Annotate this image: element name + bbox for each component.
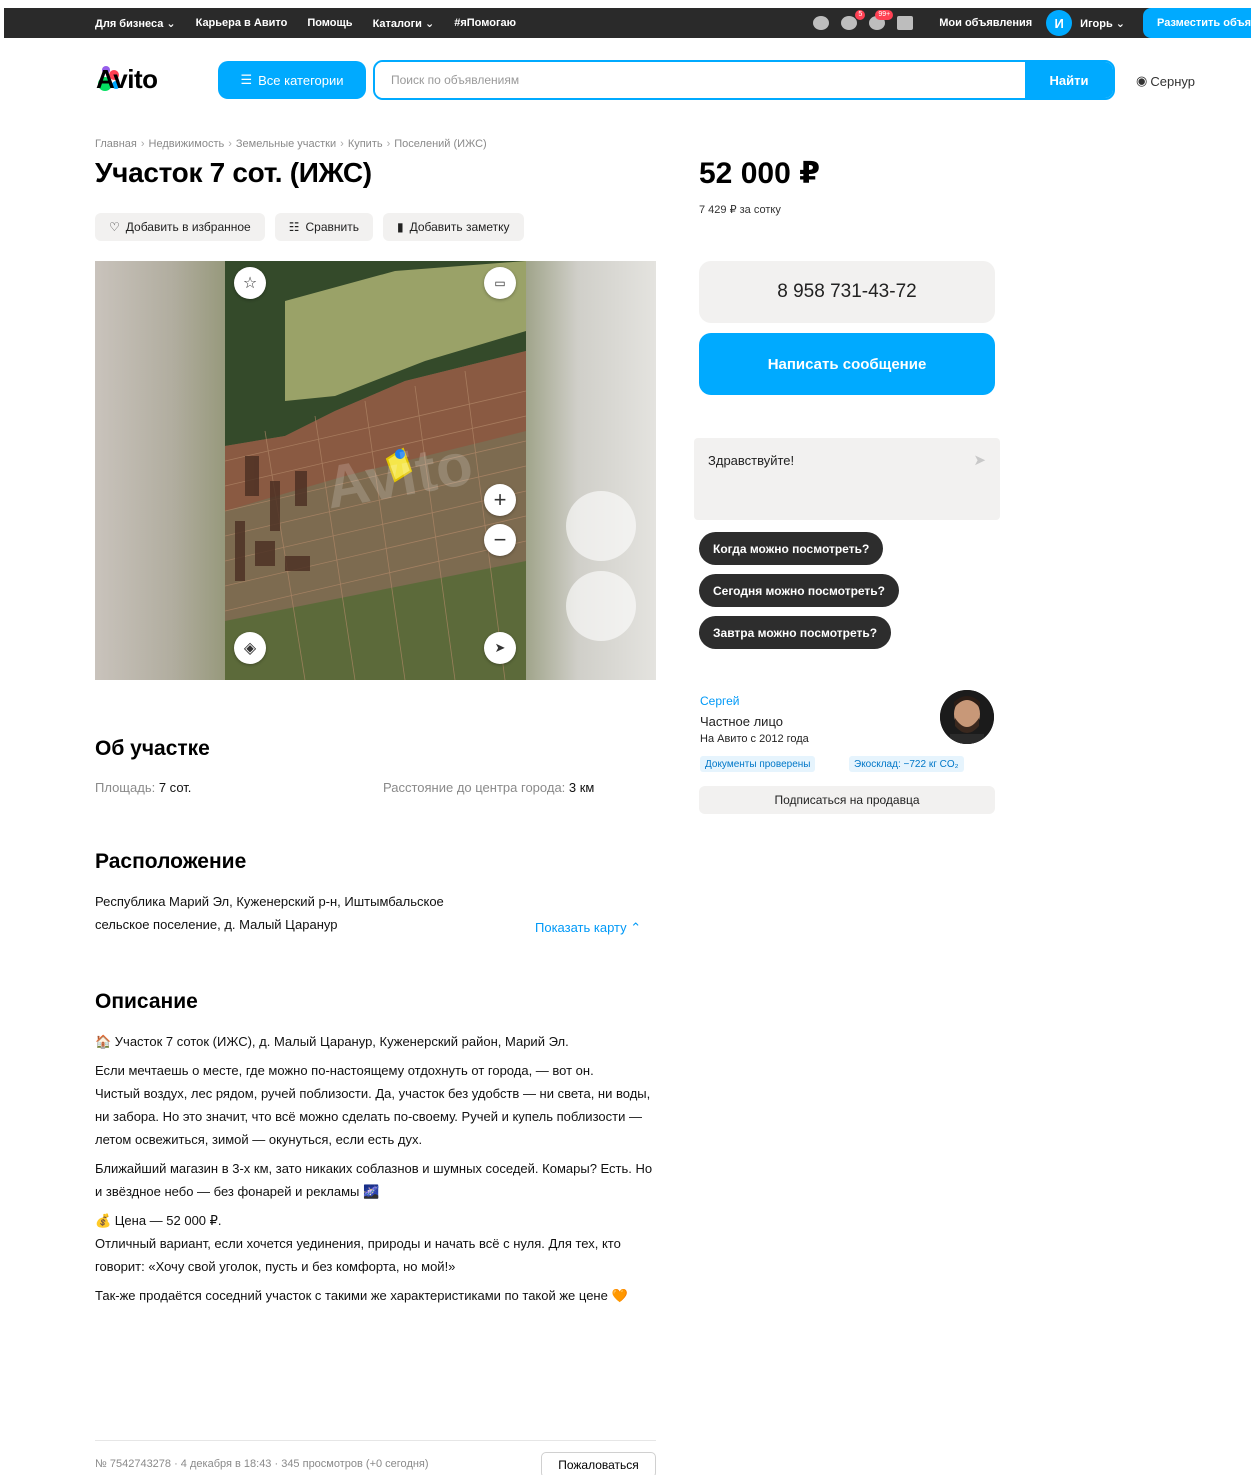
area-row: Площадь: 7 сот. (95, 776, 191, 799)
seller-photo (940, 690, 994, 744)
avito-logo[interactable]: Avito (96, 66, 158, 92)
description-text: 🏠 Участок 7 соток (ИЖС), д. Малый Царану… (95, 1030, 660, 1313)
listing-map[interactable]: Avito ☆ ▭ + − ◈ ➤ (95, 261, 656, 680)
complain-button[interactable]: Пожаловаться (541, 1452, 656, 1475)
quick-message-box[interactable]: Здравствуйте! ➤ (694, 438, 1000, 520)
user-avatar[interactable]: И (1046, 10, 1073, 36)
description-paragraph: Ближайший магазин в 3-х км, зато никаких… (95, 1161, 653, 1199)
documents-verified-badge: Документы проверены (700, 756, 816, 772)
quick-question-button[interactable]: Сегодня можно посмотреть? (699, 574, 900, 607)
map-blurred-edge-right (526, 261, 656, 680)
search-bar: Найти (373, 60, 1115, 100)
zoom-out-icon[interactable]: − (484, 524, 516, 556)
all-categories-label: Все категории (258, 72, 344, 88)
location-heading: Расположение (95, 850, 247, 873)
user-menu[interactable]: Игорь ⌄ (1080, 17, 1125, 30)
location-name: Сернур (1150, 73, 1195, 89)
compare-icon: ☷ (288, 220, 300, 234)
description-paragraph: Отличный вариант, если хочется уединения… (95, 1236, 621, 1274)
compare-button[interactable]: ☷ Сравнить (274, 213, 373, 241)
breadcrumb-item[interactable]: Главная (95, 138, 137, 150)
search-button[interactable]: Найти (1025, 62, 1113, 98)
distance-label: Расстояние до центра города: (383, 780, 566, 795)
description-paragraph: Если мечтаешь о месте, где можно по-наст… (95, 1063, 594, 1078)
description-paragraph: Так-же продаётся соседний участок с таки… (95, 1288, 628, 1303)
distance-value: 3 км (568, 780, 595, 795)
area-value: 7 сот. (158, 780, 192, 795)
breadcrumb: Главная › Недвижимость › Земельные участки… (95, 138, 487, 150)
heart-icon[interactable] (813, 16, 830, 30)
write-message-button[interactable]: Написать сообщение (699, 333, 995, 395)
address-line: сельское поселение, д. Малый Царанур (95, 917, 338, 932)
link-ya-pomogayu[interactable]: #яПомогаю (454, 17, 516, 29)
layers-icon[interactable]: ◈ (234, 632, 266, 664)
breadcrumb-item[interactable]: Земельные участки (236, 138, 336, 150)
description-heading: Описание (95, 990, 198, 1013)
messages-badge: 99+ (875, 10, 894, 20)
menu-icon: ☰ (240, 72, 253, 87)
map-blurred-edge-left (95, 261, 225, 680)
eco-badge: Экосклад: −722 кг CO₂ (849, 756, 964, 772)
top-navigation-bar: Для бизнеса ⌄ Карьера в Авито Помощь Кат… (4, 8, 1251, 38)
note-icon: ▮ (396, 220, 404, 234)
breadcrumb-item[interactable]: Поселений (ИЖС) (394, 138, 486, 150)
seller-avatar[interactable] (940, 690, 994, 744)
locate-icon[interactable]: ➤ (484, 632, 516, 664)
phone-number-button[interactable]: 8 958 731-43-72 (699, 261, 995, 323)
quick-question-button[interactable]: Завтра можно посмотреть? (699, 616, 892, 649)
cart-icon[interactable] (897, 16, 914, 30)
add-to-favorites-button[interactable]: ♡ Добавить в избранное (95, 213, 265, 241)
listing-actions: ♡ Добавить в избранное ☷ Сравнить ▮ Добавит… (95, 213, 524, 241)
about-heading: Об участке (95, 737, 210, 760)
seller-type: Частное лицо (700, 714, 783, 729)
zoom-in-icon[interactable]: + (484, 484, 516, 516)
notifications-badge: 5 (855, 10, 866, 20)
heart-icon: ♡ (109, 220, 120, 234)
top-user-area: 5 99+ Мои объявления И Игорь ⌄ Разместит… (813, 8, 1251, 38)
compare-label: Сравнить (305, 220, 359, 234)
description-paragraph: Чистый воздух, лес рядом, ручей поблизос… (95, 1086, 651, 1147)
price: 52 000 ₽ (699, 157, 820, 190)
note-label: Добавить заметку (409, 220, 510, 234)
search-input[interactable] (375, 62, 1025, 98)
pin-icon: ◉ (1136, 73, 1148, 88)
star-icon[interactable]: ☆ (234, 267, 266, 299)
top-links: Для бизнеса ⌄ Карьера в Авито Помощь Кат… (95, 8, 516, 38)
link-career[interactable]: Карьера в Авито (196, 17, 288, 29)
bell-icon[interactable]: 5 (841, 10, 866, 30)
logo-text: Avito (96, 63, 158, 94)
listing-meta: № 7542743278 · 4 декабря в 18:43 · 345 п… (95, 1458, 429, 1470)
my-ads-link[interactable]: Мои объявления (939, 17, 1032, 29)
all-categories-button[interactable]: ☰ Все категории (218, 61, 366, 99)
divider (95, 1440, 656, 1441)
distance-row: Расстояние до центра города: 3 км (383, 776, 594, 799)
chat-icon[interactable]: 99+ (869, 10, 894, 30)
seller-since: На Авито с 2012 года (700, 733, 809, 745)
area-label: Площадь: (95, 780, 156, 795)
subscribe-seller-button[interactable]: Подписаться на продавца (699, 786, 995, 814)
link-business[interactable]: Для бизнеса ⌄ (95, 17, 176, 30)
favorite-label: Добавить в избранное (125, 220, 251, 234)
ruler-icon[interactable]: ▭ (484, 267, 516, 299)
location-selector[interactable]: ◉ Сернур (1136, 73, 1195, 89)
description-paragraph: 🏠 Участок 7 соток (ИЖС), д. Малый Царану… (95, 1034, 569, 1049)
address: Республика Марий Эл, Куженерский р-н, Иш… (95, 890, 444, 936)
quick-message-text[interactable]: Здравствуйте! (708, 453, 794, 468)
link-help[interactable]: Помощь (307, 17, 352, 29)
show-map-link[interactable]: Показать карту ⌃ (535, 920, 641, 936)
page-title: Участок 7 сот. (ИЖС) (95, 157, 372, 188)
breadcrumb-item[interactable]: Купить (348, 138, 383, 150)
description-paragraph: 💰 Цена — 52 000 ₽. (95, 1213, 222, 1228)
quick-question-button[interactable]: Когда можно посмотреть? (699, 532, 884, 565)
send-icon[interactable]: ➤ (973, 451, 986, 469)
seller-name-link[interactable]: Сергей (700, 694, 740, 708)
post-ad-button[interactable]: Разместить объявление (1143, 8, 1251, 38)
add-note-button[interactable]: ▮ Добавить заметку (382, 213, 524, 241)
link-catalogs[interactable]: Каталоги ⌄ (373, 17, 435, 30)
address-line: Республика Марий Эл, Куженерский р-н, Иш… (95, 894, 444, 909)
price-per-sotka: 7 429 ₽ за сотку (699, 204, 781, 216)
breadcrumb-item[interactable]: Недвижимость (149, 138, 225, 150)
